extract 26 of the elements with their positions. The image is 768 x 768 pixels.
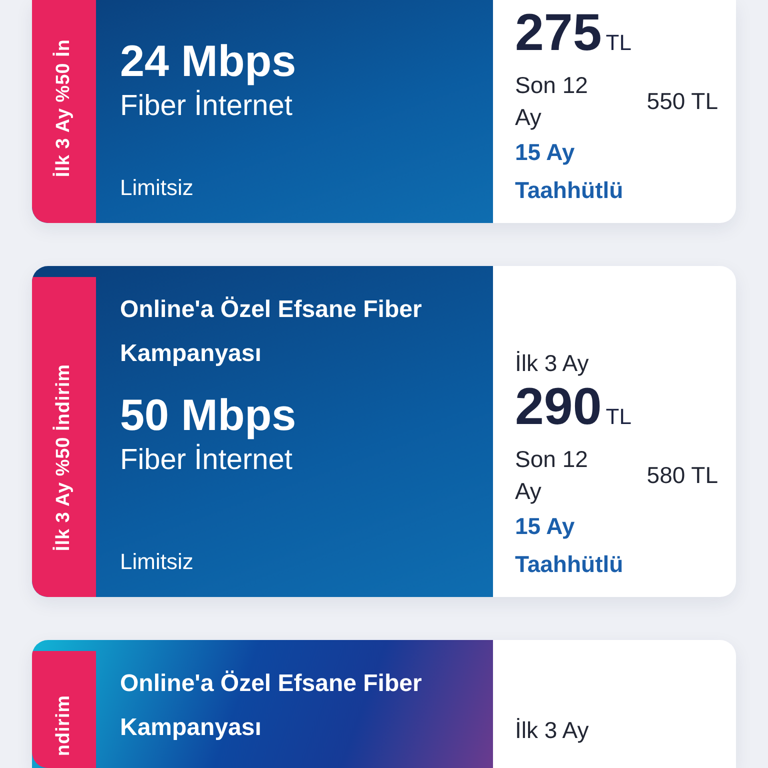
discount-text: İlk 3 Ay %50 İn <box>53 38 75 177</box>
quota-text: Limitsiz <box>120 548 194 576</box>
plan-card[interactable]: ndirim Online'a Özel Efsane Fiber Kampanyası İlk 3 Ay <box>32 640 736 768</box>
later-period: Son 12 Ay <box>515 445 589 506</box>
commitment-text: 15 Ay Taahhütlü <box>515 138 624 205</box>
service-type: Fiber İnternet <box>120 88 294 124</box>
campaign-title: Online'a Özel Efsane Fiber Kampanyası <box>120 669 423 743</box>
plan-card[interactable]: İlk 3 Ay %50 İndirim Online'a Özel Efsane Fiber Kampanyası 50 Mbps Fiber İnternet Limitsiz İlk 3 Ay 290 TL Son 12 Ay 580 TL 15 Ay Taahhütlü <box>32 266 736 597</box>
campaign-title: Online'a Özel Efsane Fiber Kampanyası <box>120 295 423 369</box>
quota-text: Limitsiz <box>120 174 194 202</box>
price-text: 290 <box>515 379 602 435</box>
promo-period: İlk 3 Ay <box>515 349 590 378</box>
commitment-text: 15 Ay Taahhütlü <box>515 512 624 579</box>
later-price: 550 TL <box>646 88 718 114</box>
speed-text: 24 Mbps <box>120 36 298 88</box>
currency-text: TL <box>606 30 632 56</box>
discount-text: ndirim <box>53 695 75 756</box>
speed-text: 50 Mbps <box>120 390 298 442</box>
later-price: 580 TL <box>646 462 718 488</box>
later-period: Son 12 Ay <box>515 71 589 132</box>
plan-card[interactable]: İlk 3 Ay %50 İn 24 Mbps Fiber İnternet Limitsiz 275 TL Son 12 Ay 550 TL 15 Ay Taahhütlü <box>32 0 736 223</box>
currency-text: TL <box>606 404 632 430</box>
discount-text: İlk 3 Ay %50 İndirim <box>53 364 75 551</box>
promo-period: İlk 3 Ay <box>515 716 590 745</box>
service-type: Fiber İnternet <box>120 442 294 478</box>
price-text: 275 <box>515 5 602 61</box>
